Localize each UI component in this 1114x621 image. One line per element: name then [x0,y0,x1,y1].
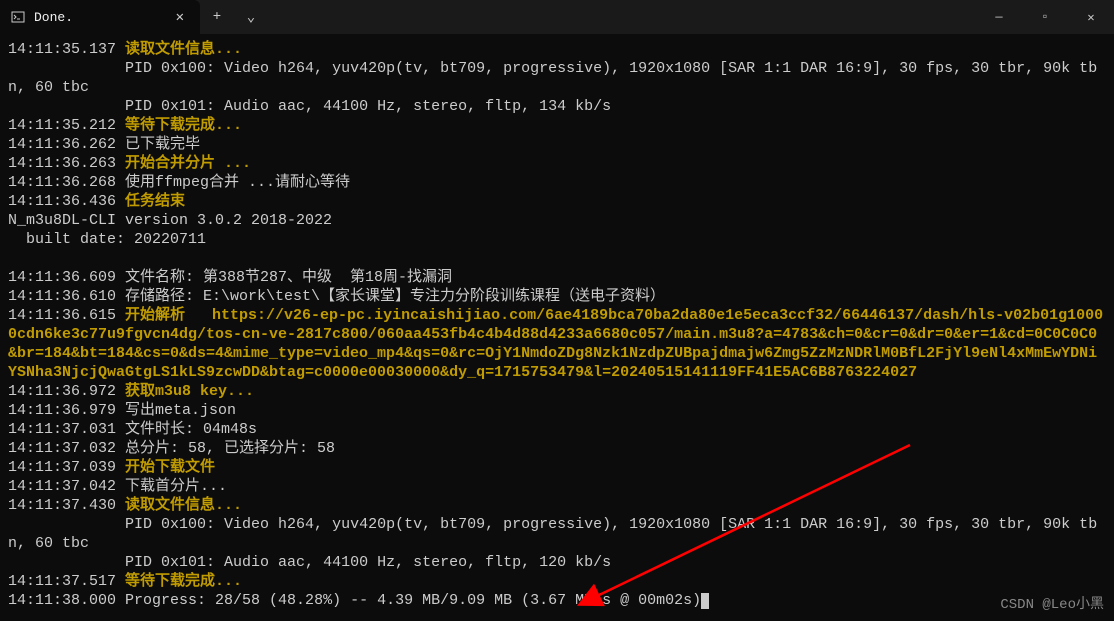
terminal-line: 14:11:36.972 获取m3u8 key... [8,382,1106,401]
terminal-line: 14:11:37.430 读取文件信息... [8,496,1106,515]
terminal-line: 14:11:37.517 等待下载完成... [8,572,1106,591]
terminal-line: 14:11:37.039 开始下载文件 [8,458,1106,477]
cursor [701,593,709,609]
terminal-line: 14:11:36.610 存储路径: E:\work\test\【家长课堂】专注… [8,287,1106,306]
watermark: CSDN @Leo小黑 [1000,593,1104,613]
terminal-line [8,249,1106,268]
terminal-line: 14:11:37.032 总分片: 58, 已选择分片: 58 [8,439,1106,458]
terminal-icon [10,9,26,25]
terminal-line: 14:11:38.000 Progress: 28/58 (48.28%) --… [8,591,1106,610]
close-button[interactable]: ✕ [1068,0,1114,34]
terminal-line: 14:11:36.436 任务结束 [8,192,1106,211]
active-tab[interactable]: Done. ✕ [0,0,200,34]
terminal-line: 14:11:36.262 已下载完毕 [8,135,1106,154]
terminal-line: 14:11:37.031 文件时长: 04m48s [8,420,1106,439]
terminal-line: 14:11:36.268 使用ffmpeg合并 ...请耐心等待 [8,173,1106,192]
maximize-button[interactable]: ▫ [1022,0,1068,34]
terminal-output[interactable]: 14:11:35.137 读取文件信息... PID 0x100: Video … [0,34,1114,616]
tab-dropdown-button[interactable]: ⌄ [234,0,268,34]
terminal-line: PID 0x100: Video h264, yuv420p(tv, bt709… [8,515,1106,553]
titlebar: Done. ✕ + ⌄ — ▫ ✕ [0,0,1114,34]
terminal-line: 14:11:37.042 下载首分片... [8,477,1106,496]
terminal-line: 14:11:36.615 开始解析 https://v26-ep-pc.iyin… [8,306,1106,382]
window-controls: — ▫ ✕ [976,0,1114,34]
terminal-line: PID 0x100: Video h264, yuv420p(tv, bt709… [8,59,1106,97]
terminal-line: PID 0x101: Audio aac, 44100 Hz, stereo, … [8,97,1106,116]
terminal-line: 14:11:36.979 写出meta.json [8,401,1106,420]
tab-close-button[interactable]: ✕ [170,7,190,28]
terminal-line: N_m3u8DL-CLI version 3.0.2 2018-2022 [8,211,1106,230]
terminal-line: 14:11:36.263 开始合并分片 ... [8,154,1106,173]
terminal-line: 14:11:35.212 等待下载完成... [8,116,1106,135]
new-tab-button[interactable]: + [200,0,234,34]
terminal-line: PID 0x101: Audio aac, 44100 Hz, stereo, … [8,553,1106,572]
tab-title: Done. [34,10,73,25]
terminal-line: 14:11:35.137 读取文件信息... [8,40,1106,59]
terminal-line: 14:11:36.609 文件名称: 第388节287、中级 第18周-找漏洞 [8,268,1106,287]
terminal-line: built date: 20220711 [8,230,1106,249]
minimize-button[interactable]: — [976,0,1022,34]
